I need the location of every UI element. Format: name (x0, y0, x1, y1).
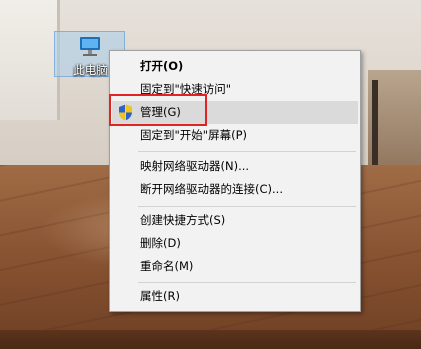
menu-item-label: 创建快捷方式(S) (140, 213, 226, 227)
menu-item-pin-start[interactable]: 固定到"开始"屏幕(P) (112, 124, 358, 147)
menu-item-open[interactable]: 打开(O) (112, 55, 358, 78)
menu-item-label: 固定到"开始"屏幕(P) (140, 128, 247, 142)
menu-separator (138, 151, 356, 152)
menu-item-properties[interactable]: 属性(R) (112, 285, 358, 308)
menu-item-disconnect-network-drive[interactable]: 断开网络驱动器的连接(C)... (112, 178, 358, 201)
menu-item-create-shortcut[interactable]: 创建快捷方式(S) (112, 209, 358, 232)
menu-item-label: 重命名(M) (140, 259, 194, 273)
menu-separator (138, 206, 356, 207)
menu-item-label: 打开(O) (140, 59, 184, 73)
menu-item-label: 映射网络驱动器(N)... (140, 159, 250, 173)
annotation-highlight-box (109, 94, 207, 126)
menu-item-label: 删除(D) (140, 236, 181, 250)
window-light (0, 0, 60, 120)
computer-icon (77, 35, 103, 62)
context-menu: 打开(O) 固定到"快速访问" 管理(G) 固定到"开始"屏幕(P) 映射网络驱… (109, 50, 361, 312)
menu-item-map-network-drive[interactable]: 映射网络驱动器(N)... (112, 155, 358, 178)
floor-edge (0, 330, 421, 349)
menu-item-label: 断开网络驱动器的连接(C)... (140, 182, 283, 196)
menu-item-label: 属性(R) (140, 289, 180, 303)
menu-separator (138, 282, 356, 283)
menu-item-rename[interactable]: 重命名(M) (112, 255, 358, 278)
furniture-leg (372, 80, 378, 170)
menu-item-delete[interactable]: 删除(D) (112, 232, 358, 255)
